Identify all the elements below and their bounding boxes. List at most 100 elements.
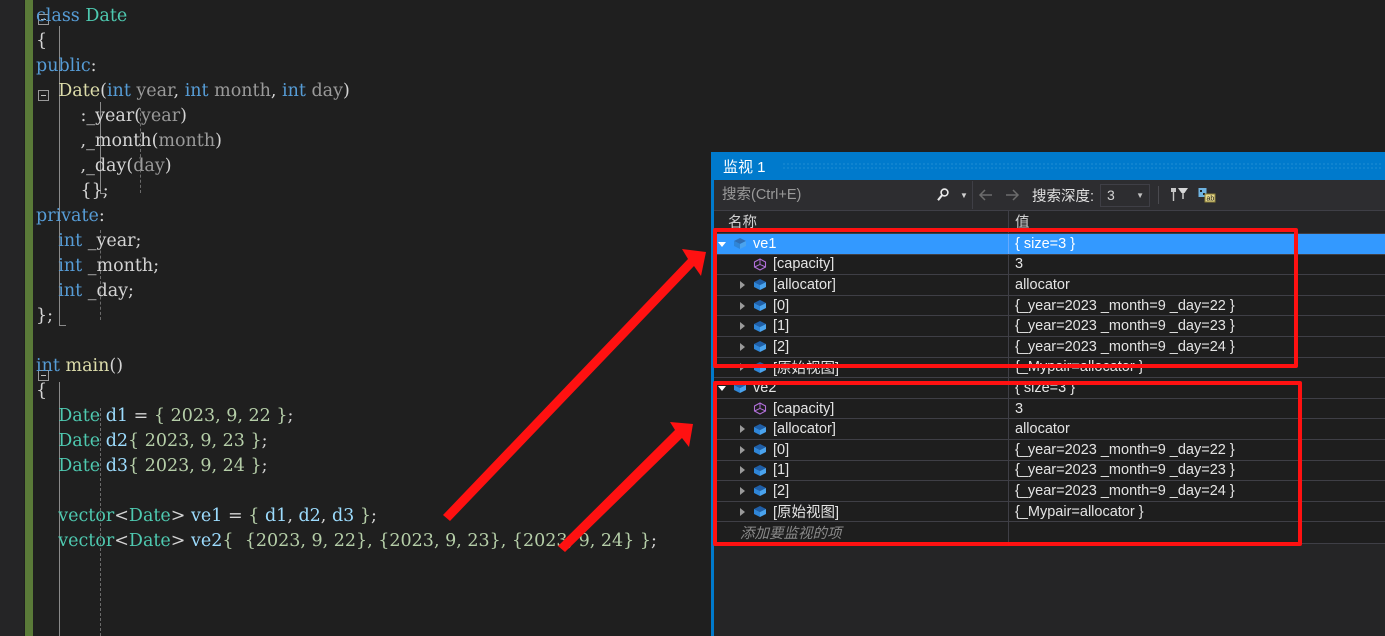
watch-window-title-bar[interactable]: 监视 1 [714, 152, 1385, 180]
hex-display-icon[interactable]: ab [1195, 183, 1219, 207]
expander-expand-icon[interactable] [734, 275, 750, 295]
code-line: vector<Date> ve2{ {2023, 9, 22}, {2023, … [36, 529, 657, 554]
search-options-chevron-down-icon[interactable]: ▼ [956, 182, 972, 208]
table-row[interactable]: [0] {_year=2023 _month=9 _day=22 } [714, 295, 1385, 317]
code-token: int [58, 256, 83, 276]
table-row[interactable]: [原始视图] {_Mypair=allocator } [714, 501, 1385, 523]
code-token: { [36, 31, 48, 51]
code-token: ; [287, 406, 294, 426]
code-token: ; [135, 231, 142, 251]
code-token: {2023, 9, 22}, {2023, 9, 23}, {2023, 9, … [233, 531, 640, 551]
code-token: 2023, 9, 22 [165, 406, 277, 426]
code-token: }; [36, 306, 54, 326]
chevron-down-icon[interactable]: ▼ [1136, 191, 1149, 200]
row-name-cell[interactable]: [capacity] [714, 254, 1009, 275]
table-row[interactable]: [allocator] allocator [714, 275, 1385, 296]
row-name-cell[interactable]: [原始视图] [714, 357, 1009, 378]
code-token: { [153, 406, 166, 426]
code-line: { [36, 29, 657, 54]
search-depth-combo[interactable]: 3 ▼ [1100, 183, 1151, 207]
object-box-icon [730, 381, 750, 394]
row-value-cell[interactable]: {_year=2023 _month=9 _day=22 } [1009, 442, 1385, 458]
object-box-icon [750, 361, 770, 374]
row-name-cell[interactable]: [原始视图] [714, 501, 1009, 522]
expander-expand-icon[interactable] [734, 296, 750, 316]
row-name-cell[interactable]: [allocator] [714, 275, 1009, 295]
code-token: {}; [80, 181, 109, 201]
row-name-label: [2] [773, 338, 790, 355]
row-value-cell[interactable]: {_year=2023 _month=9 _day=23 } [1009, 318, 1385, 334]
add-watch-item-row[interactable]: 添加要监视的项 [714, 522, 1385, 545]
table-row[interactable]: [1] {_year=2023 _month=9 _day=23 } [714, 316, 1385, 337]
arrow-left-icon[interactable] [973, 182, 999, 208]
row-name-cell[interactable]: [0] [714, 295, 1009, 316]
expander-collapse-icon[interactable] [714, 234, 730, 254]
table-row[interactable]: [2] {_year=2023 _month=9 _day=24 } [714, 336, 1385, 358]
code-token: , [287, 506, 299, 526]
row-name-cell[interactable]: [0] [714, 439, 1009, 460]
expander-expand-icon[interactable] [734, 358, 750, 378]
row-value-cell[interactable]: { size=3 } [1009, 236, 1385, 252]
table-row[interactable]: [1] {_year=2023 _month=9 _day=23 } [714, 460, 1385, 482]
code-token: _day [86, 156, 127, 176]
code-line: private: [36, 204, 657, 229]
expander-collapse-icon[interactable] [714, 378, 730, 398]
code-line: vector<Date> ve1 = { d1, d2, d3 }; [36, 504, 657, 529]
row-name-cell[interactable]: [2] [714, 336, 1009, 357]
row-value-cell[interactable]: {_Mypair=allocator } [1009, 504, 1385, 520]
table-row[interactable]: [0] {_year=2023 _month=9 _day=22 } [714, 439, 1385, 461]
expander-expand-icon[interactable] [734, 461, 750, 481]
row-value-cell[interactable]: {_year=2023 _month=9 _day=24 } [1009, 339, 1385, 355]
expander-expand-icon[interactable] [734, 419, 750, 439]
code-token: } [639, 531, 652, 551]
table-row[interactable]: [capacity] 3 [714, 398, 1385, 420]
table-row[interactable]: [2] {_year=2023 _month=9 _day=24 } [714, 481, 1385, 502]
row-value-cell[interactable]: {_year=2023 _month=9 _day=24 } [1009, 483, 1385, 499]
object-box-icon [750, 464, 770, 477]
arrow-right-icon[interactable] [999, 182, 1025, 208]
row-value-cell[interactable]: {_year=2023 _month=9 _day=23 } [1009, 462, 1385, 478]
row-value-cell[interactable]: {_year=2023 _month=9 _day=22 } [1009, 298, 1385, 314]
row-value-cell[interactable]: allocator [1009, 277, 1385, 293]
code-token: ; [651, 531, 657, 551]
expander-expand-icon[interactable] [734, 337, 750, 357]
row-name-cell[interactable]: [capacity] [714, 398, 1009, 419]
row-name-cell[interactable]: [2] [714, 481, 1009, 501]
code-token: year [141, 106, 181, 126]
expander-expand-icon[interactable] [734, 316, 750, 336]
object-box-icon [750, 443, 770, 456]
add-watch-item-placeholder[interactable]: 添加要监视的项 [714, 522, 1009, 544]
editor-gutter [0, 0, 24, 636]
column-header-name[interactable]: 名称 [714, 211, 1009, 233]
row-value-cell[interactable]: 3 [1009, 401, 1385, 417]
column-header-value[interactable]: 值 [1009, 211, 1385, 233]
row-name-cell[interactable]: [1] [714, 316, 1009, 336]
table-row[interactable]: [capacity] 3 [714, 254, 1385, 276]
expander-expand-icon[interactable] [734, 440, 750, 460]
row-value-cell[interactable]: {_Mypair=allocator } [1009, 359, 1385, 375]
search-box[interactable]: ▼ [714, 181, 973, 209]
row-value-cell[interactable]: allocator [1009, 421, 1385, 437]
code-line: }; [36, 304, 657, 329]
expander-expand-icon[interactable] [734, 502, 750, 522]
row-name-cell[interactable]: ve1 [714, 234, 1009, 254]
row-name-cell[interactable]: [allocator] [714, 419, 1009, 439]
row-value-cell[interactable]: 3 [1009, 256, 1385, 272]
code-token: int [106, 81, 131, 101]
filter-pin-icon[interactable] [1167, 183, 1191, 207]
code-line: int _year; [36, 229, 657, 254]
table-row[interactable]: [allocator] allocator [714, 419, 1385, 440]
code-line: {}; [36, 179, 657, 204]
code-token: { [36, 381, 48, 401]
row-name-cell[interactable]: ve2 [714, 378, 1009, 398]
row-name-cell[interactable]: [1] [714, 460, 1009, 481]
table-row[interactable]: ve1 { size=3 } [714, 234, 1385, 255]
code-token: ; [153, 256, 160, 276]
expander-expand-icon[interactable] [734, 481, 750, 501]
table-row[interactable]: ve2 { size=3 } [714, 378, 1385, 399]
magnifier-icon[interactable] [930, 182, 956, 208]
row-value-cell[interactable]: { size=3 } [1009, 380, 1385, 396]
table-row[interactable]: [原始视图] {_Mypair=allocator } [714, 357, 1385, 379]
search-input[interactable] [714, 186, 930, 204]
object-box-icon [750, 484, 770, 497]
